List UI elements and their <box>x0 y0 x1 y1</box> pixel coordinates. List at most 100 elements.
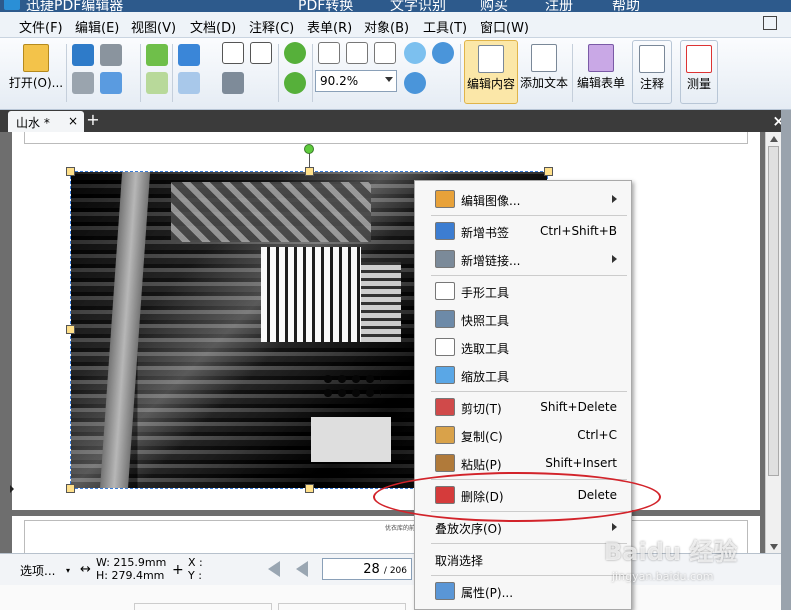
edit-form-icon <box>588 44 614 72</box>
snapshot-icon[interactable] <box>222 72 244 94</box>
edit-content-label: 编辑内容 <box>466 77 515 91</box>
scanner-icon[interactable] <box>100 44 122 66</box>
menu-bar: 文件(F) 编辑(E) 视图(V) 文档(D) 注释(C) 表单(R) 对象(B… <box>0 12 791 38</box>
zoom-value: 90.2% <box>320 74 359 88</box>
scroll-down-icon[interactable] <box>770 544 778 550</box>
context-menu-item[interactable]: 新增书签 Ctrl+Shift+B <box>415 218 631 244</box>
print-icon[interactable] <box>72 72 94 94</box>
link-icon <box>435 250 455 268</box>
resize-handle[interactable] <box>305 484 314 493</box>
menu-separator <box>431 543 627 544</box>
edit-content-icon <box>478 45 504 73</box>
tab-close-icon[interactable]: × <box>68 114 78 128</box>
scroll-up-icon[interactable] <box>770 136 778 142</box>
tab-document[interactable]: 山水 * × <box>8 111 84 132</box>
fit-page-icon[interactable] <box>346 42 368 64</box>
menu-tools[interactable]: 工具(T) <box>423 17 467 36</box>
edit-form-button[interactable]: 编辑表单 <box>574 40 628 104</box>
save-icon[interactable] <box>72 44 94 66</box>
title-tool-pdf-convert[interactable]: PDF转换 <box>298 0 353 12</box>
panel-expand-icon[interactable] <box>10 485 14 493</box>
context-menu-label: 编辑图像... <box>461 194 521 208</box>
zoom-in-icon[interactable] <box>404 72 426 94</box>
resize-handle[interactable] <box>305 167 314 176</box>
actual-size-icon[interactable] <box>318 42 340 64</box>
context-menu-item[interactable]: 复制(C) Ctrl+C <box>415 422 631 448</box>
menu-form[interactable]: 表单(R) <box>307 17 352 36</box>
cursor-y: Y : <box>188 569 202 582</box>
context-menu-label: 复制(C) <box>461 430 503 444</box>
chevron-right-icon <box>612 523 617 531</box>
title-tool-help[interactable]: 帮助 <box>612 0 640 12</box>
context-menu-label: 手形工具 <box>461 286 510 300</box>
context-menu-item[interactable]: 取消选择 <box>415 546 631 572</box>
prev-page-icon[interactable] <box>296 561 308 577</box>
context-menu-item[interactable]: 选取工具 <box>415 334 631 360</box>
zoom-out-icon[interactable] <box>432 42 454 64</box>
menu-view[interactable]: 视图(V) <box>131 17 176 36</box>
page-height: H: 279.4mm <box>96 569 165 582</box>
menu-separator <box>431 391 627 392</box>
app-logo-icon <box>4 0 20 10</box>
context-menu-label: 新增书签 <box>461 226 510 240</box>
page-width: W: 215.9mm <box>96 556 167 569</box>
context-menu-item[interactable]: 手形工具 <box>415 278 631 304</box>
scroll-thumb[interactable] <box>768 146 779 476</box>
select-tool-icon[interactable] <box>250 42 272 64</box>
title-tool-buy[interactable]: 购买 <box>480 0 508 12</box>
menu-comment[interactable]: 注释(C) <box>249 17 294 36</box>
resize-handle[interactable] <box>544 167 553 176</box>
context-menu-item[interactable]: 新增链接... <box>415 246 631 272</box>
zoom-in-tool-icon[interactable] <box>404 42 426 64</box>
vertical-scrollbar[interactable] <box>765 132 781 553</box>
open-button[interactable]: 打开(O)... <box>8 40 64 104</box>
add-tab-icon[interactable]: + <box>86 112 100 128</box>
resize-handle[interactable] <box>66 325 75 334</box>
menu-window[interactable]: 窗口(W) <box>480 17 529 36</box>
insert-page-icon[interactable] <box>146 72 168 94</box>
rotate-ccw-icon[interactable] <box>284 72 306 94</box>
page-number-input[interactable]: 28 / 206 <box>322 558 412 580</box>
current-page: 28 <box>363 562 380 577</box>
bookmark-icon <box>435 222 455 240</box>
menu-file[interactable]: 文件(F) <box>19 17 63 36</box>
menu-object[interactable]: 对象(B) <box>364 17 409 36</box>
email-icon[interactable] <box>100 72 122 94</box>
context-menu-item[interactable]: 缩放工具 <box>415 362 631 388</box>
context-menu-shortcut: Shift+Insert <box>545 456 617 470</box>
window-restore-button[interactable] <box>749 12 791 38</box>
add-text-button[interactable]: 添加文本 <box>518 40 570 104</box>
edit-content-button[interactable]: 编辑内容 <box>464 40 518 104</box>
menu-document[interactable]: 文档(D) <box>190 17 236 36</box>
rotate-cw-icon[interactable] <box>284 42 306 64</box>
context-menu-item[interactable]: 剪切(T) Shift+Delete <box>415 394 631 420</box>
menu-separator <box>431 275 627 276</box>
cursor-position-icon: + <box>172 562 184 578</box>
context-menu-item[interactable]: 编辑图像... <box>415 186 631 212</box>
first-page-icon[interactable] <box>268 561 280 577</box>
context-menu-label: 剪切(T) <box>461 402 502 416</box>
title-tool-ocr[interactable]: 文字识别 <box>390 0 446 12</box>
copy-icon <box>435 426 455 444</box>
annotate-button[interactable]: 注释 <box>632 40 672 104</box>
options-dropdown[interactable]: 选项... <box>20 562 55 579</box>
add-text-icon <box>531 44 557 72</box>
undo-icon[interactable] <box>178 44 200 66</box>
context-menu-shortcut: Shift+Delete <box>540 400 617 414</box>
menu-edit[interactable]: 编辑(E) <box>75 17 119 36</box>
restore-icon <box>763 16 777 30</box>
context-menu-item[interactable]: 快照工具 <box>415 306 631 332</box>
context-menu-label: 取消选择 <box>435 554 484 568</box>
resize-handle[interactable] <box>66 484 75 493</box>
fit-width-icon[interactable] <box>374 42 396 64</box>
measure-button[interactable]: 测量 <box>680 40 718 104</box>
redo-icon[interactable] <box>178 72 200 94</box>
resize-handle[interactable] <box>66 167 75 176</box>
title-tool-register[interactable]: 注册 <box>545 0 573 12</box>
extract-page-icon[interactable] <box>146 44 168 66</box>
rotate-handle[interactable] <box>304 144 314 154</box>
zoom-select[interactable]: 90.2% <box>315 70 397 92</box>
context-menu-label: 粘贴(P) <box>461 458 502 472</box>
hand-tool-icon[interactable] <box>222 42 244 64</box>
context-menu-item[interactable]: 属性(P)... <box>415 578 631 604</box>
